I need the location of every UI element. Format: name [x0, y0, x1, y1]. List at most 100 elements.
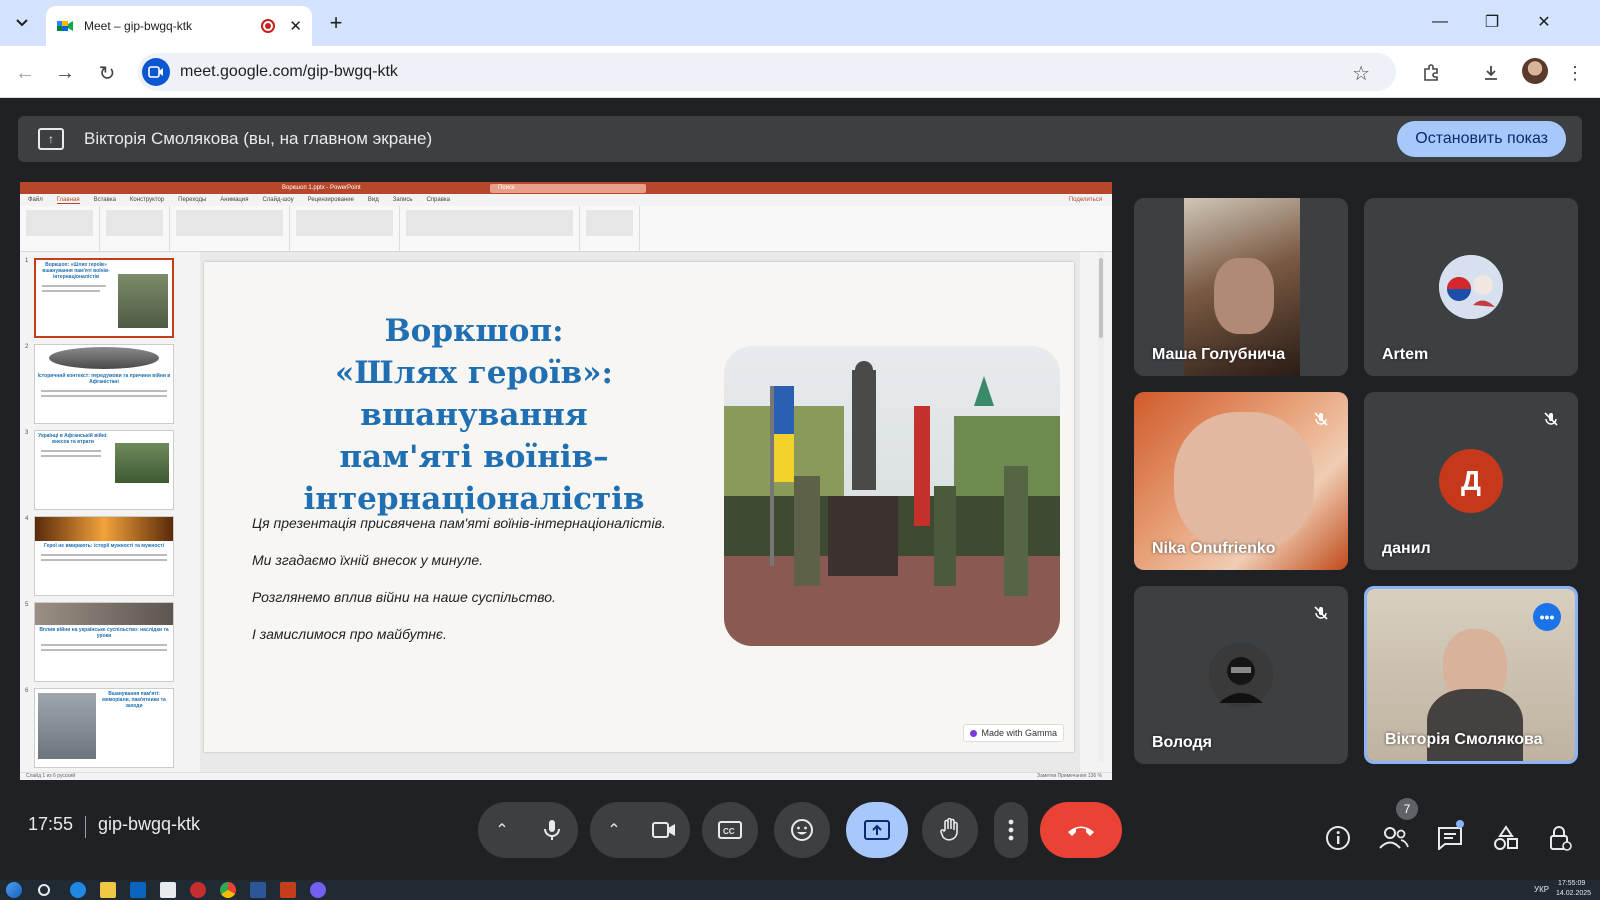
meeting-info-icon[interactable] [1322, 822, 1354, 854]
ppt-status-left: Слайд 1 из 6 русский [26, 773, 76, 779]
ppt-status-right: Заметки Примечания 136 % [1037, 773, 1102, 779]
minimize-icon[interactable]: — [1422, 8, 1458, 36]
ppt-menu-item: Запись [392, 197, 413, 203]
participant-name: Вікторія Смолякова [1385, 731, 1543, 748]
slide-body-line: Ця презентація присвячена пам'яті воїнів… [252, 515, 666, 531]
word-icon[interactable] [250, 882, 266, 898]
chrome-icon[interactable] [220, 882, 236, 898]
muted-mic-icon [1308, 406, 1334, 432]
chat-unread-dot [1456, 820, 1464, 828]
thumb-number: 1 [25, 258, 29, 264]
thumb-number: 2 [25, 344, 29, 350]
edge-browser-icon[interactable] [70, 882, 86, 898]
presenting-banner: ↑ Вікторія Смолякова (вы, на главном экр… [18, 116, 1582, 162]
site-camera-icon[interactable] [142, 58, 170, 86]
tab-search-chevron-icon[interactable] [8, 9, 36, 37]
slide-scrollbar [1098, 252, 1104, 762]
meeting-clock: 17:55 [28, 814, 74, 834]
people-count-badge: 7 [1396, 798, 1418, 820]
ppt-menu-bar: Файл Главная Вставка Конструктор Переход… [20, 194, 1112, 206]
menu-kebab-icon[interactable]: ⋮ [1560, 58, 1590, 88]
stop-presenting-button[interactable]: Остановить показ [1397, 121, 1566, 157]
audio-options-chevron-icon[interactable]: ⌃ [478, 802, 526, 858]
hang-up-phone-icon [1068, 826, 1094, 836]
profile-avatar[interactable] [1522, 58, 1548, 84]
activities-shapes-icon[interactable] [1490, 822, 1522, 854]
presenting-text: Вікторія Смолякова (вы, на главном экран… [84, 129, 433, 148]
ppt-menu-item: Переходы [178, 197, 207, 203]
tray-date: 14.02.2025 [1556, 890, 1592, 897]
participant-name: Nika Onufrienko [1152, 540, 1276, 557]
download-icon[interactable] [1476, 58, 1506, 88]
powerpoint-icon[interactable] [280, 882, 296, 898]
present-screen-icon: ↑ [38, 128, 64, 150]
leave-call-button[interactable] [1040, 802, 1122, 858]
participant-name: данил [1382, 540, 1431, 557]
new-tab-plus-icon[interactable]: + [322, 9, 350, 37]
slide-thumbnail: Українці в Афганській війні: внесок та в… [34, 430, 174, 510]
mic-icon [544, 820, 560, 840]
muted-mic-icon [1308, 600, 1334, 626]
back-arrow-icon[interactable]: ← [10, 58, 40, 88]
slide-title-line: Воркшоп: [384, 313, 564, 349]
present-now-button[interactable] [846, 802, 908, 858]
tab-title: Meet – gip-bwgq-ktk [84, 19, 193, 33]
thumb-title: Воркшоп: «Шлях героїв» вшанування пам'ят… [42, 262, 110, 280]
more-options-dots-icon[interactable]: ••• [1533, 603, 1561, 631]
host-controls-lock-icon[interactable] [1544, 822, 1576, 854]
slide-title-line: пам'яті воїнів– [339, 439, 609, 475]
extensions-puzzle-icon[interactable] [1416, 58, 1446, 88]
participant-name: Володя [1152, 734, 1212, 751]
participant-tile[interactable]: Маша Голубнича [1134, 198, 1348, 376]
hand-icon [940, 818, 958, 841]
ppt-menu-item: Главная [56, 196, 80, 204]
participant-tile[interactable]: Володя [1134, 586, 1348, 764]
start-button-icon[interactable] [6, 882, 22, 898]
tab-close-icon[interactable]: ✕ [289, 17, 302, 35]
camera-button[interactable] [638, 802, 690, 858]
ppt-menu-item: Слайд-шоу [262, 197, 294, 203]
reactions-button[interactable] [774, 802, 830, 858]
address-bar[interactable]: meet.google.com/gip-bwgq-ktk ☆ [138, 53, 1396, 91]
slide-body-line: Ми згадаємо їхній внесок у минуле. [252, 552, 484, 568]
thumb-title: Герої не вмирають: історії мужності та м… [44, 543, 164, 549]
bookmark-star-icon[interactable]: ☆ [1352, 61, 1370, 86]
participant-name: Маша Голубнича [1152, 346, 1286, 363]
search-icon[interactable] [38, 884, 50, 896]
gamma-badge-text: Made with Gamma [981, 728, 1057, 738]
reload-icon[interactable]: ↻ [92, 58, 122, 88]
ppt-ribbon [20, 206, 1112, 252]
close-window-icon[interactable]: ✕ [1526, 8, 1562, 36]
viber-icon[interactable] [310, 882, 326, 898]
muted-mic-icon [1538, 406, 1564, 432]
shared-screen: Воркшоп 1.pptx - PowerPoint Поиск Файл Г… [20, 182, 1112, 780]
opera-icon[interactable] [190, 882, 206, 898]
recording-indicator-icon [261, 19, 276, 33]
people-icon[interactable] [1378, 822, 1410, 854]
file-explorer-icon[interactable] [100, 882, 116, 898]
browser-tab-meet[interactable]: Meet – gip-bwgq-ktk ✕ [46, 6, 312, 46]
participant-tile[interactable]: Nika Onufrienko [1134, 392, 1348, 570]
participant-tile[interactable]: Artem [1364, 198, 1578, 376]
video-options-chevron-icon[interactable]: ⌃ [590, 802, 638, 858]
ppt-menu-item: Вставка [93, 197, 116, 203]
ppt-menu-item: Вид [367, 197, 379, 203]
slide-title-line: «Шлях героїв»: вшанування [335, 355, 613, 433]
keyboard-language[interactable]: УКР [1534, 885, 1549, 894]
outlook-icon[interactable] [130, 882, 146, 898]
forward-arrow-icon[interactable]: → [50, 58, 80, 88]
tray-time: 17:55:09 [1558, 880, 1586, 887]
mic-button[interactable] [526, 802, 578, 858]
present-screen-icon [864, 820, 890, 840]
captions-button[interactable]: CC [702, 802, 758, 858]
more-options-kebab-icon[interactable] [994, 802, 1028, 858]
store-icon[interactable] [160, 882, 176, 898]
participant-tile[interactable]: Д данил [1364, 392, 1578, 570]
made-with-gamma-badge[interactable]: Made with Gamma [963, 724, 1064, 742]
slide-thumbnail: Історичний контекст: передумови та причи… [34, 344, 174, 424]
raise-hand-button[interactable] [922, 802, 978, 858]
participant-name: Artem [1382, 346, 1429, 363]
restore-icon[interactable]: ❐ [1474, 8, 1510, 36]
url-text: meet.google.com/gip-bwgq-ktk [180, 63, 398, 80]
participant-tile-self[interactable]: ••• Вікторія Смолякова [1364, 586, 1578, 764]
